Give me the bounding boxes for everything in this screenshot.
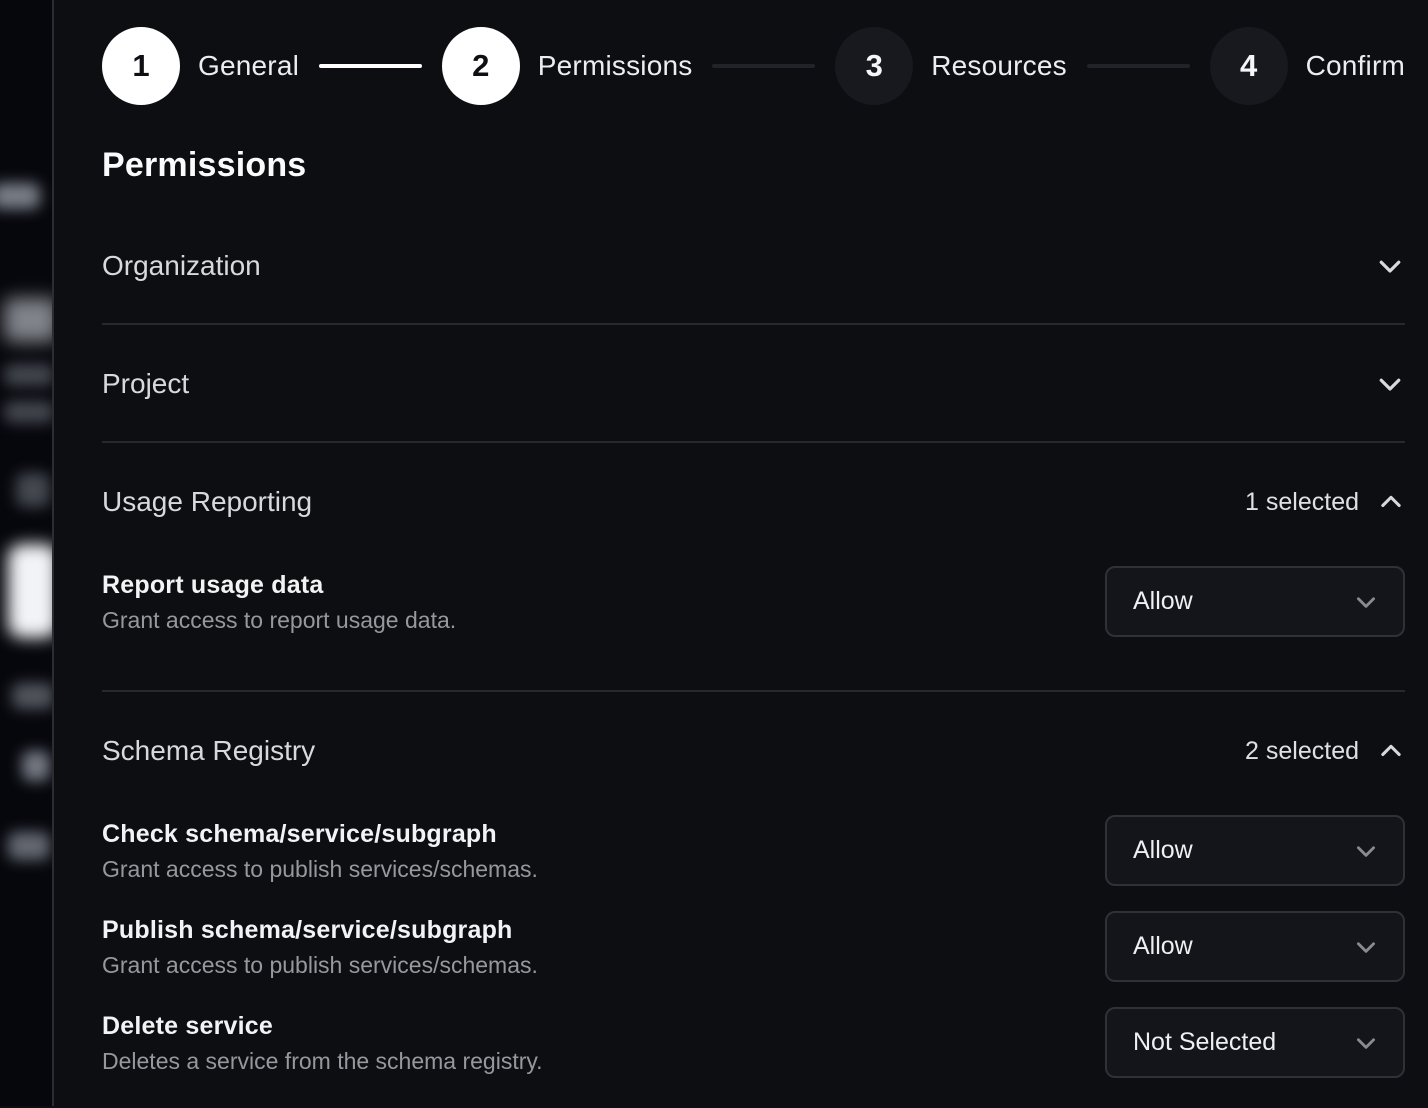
section-meta: 1 selected — [1245, 488, 1405, 517]
select-value: Allow — [1133, 587, 1193, 616]
section-meta: 2 selected — [1245, 737, 1405, 766]
selected-count-badge: 1 selected — [1245, 488, 1359, 517]
chevron-down-icon — [1375, 369, 1405, 399]
step-resources[interactable]: 3 Resources — [835, 27, 1067, 105]
sidebar-blurred-logo — [0, 183, 40, 209]
permission-text: Check schema/service/subgraph Grant acce… — [102, 819, 538, 883]
section-body: Report usage data Grant access to report… — [102, 566, 1405, 690]
select-value: Allow — [1133, 836, 1193, 865]
sidebar-blurred-item — [8, 832, 50, 860]
selected-count-badge: 2 selected — [1245, 737, 1359, 766]
permission-description: Grant access to publish services/schemas… — [102, 951, 538, 979]
section-organization-header[interactable]: Organization — [102, 207, 1405, 323]
chevron-down-icon — [1375, 251, 1405, 281]
chevron-down-icon — [1353, 1030, 1379, 1056]
permission-title: Delete service — [102, 1011, 543, 1041]
section-title: Schema Registry — [102, 734, 315, 768]
wizard-panel: 1 General 2 Permissions 3 Resources 4 Co… — [56, 0, 1428, 1106]
section-schema-registry: Schema Registry 2 selected Check schema/… — [102, 692, 1405, 1108]
step-label: Confirm — [1306, 50, 1405, 82]
permission-title: Check schema/service/subgraph — [102, 819, 538, 849]
section-title: Usage Reporting — [102, 485, 312, 519]
section-usage-reporting-header[interactable]: Usage Reporting 1 selected — [102, 443, 1405, 519]
section-project: Project — [102, 325, 1405, 443]
sidebar-blurred-text-line — [4, 401, 54, 423]
section-organization: Organization — [102, 207, 1405, 325]
chevron-down-icon — [1353, 589, 1379, 615]
chevron-down-icon — [1353, 838, 1379, 864]
permission-description: Deletes a service from the schema regist… — [102, 1047, 543, 1075]
sidebar-blurred — [0, 0, 54, 1106]
permission-text: Report usage data Grant access to report… — [102, 570, 456, 634]
sidebar-blurred-heading — [4, 298, 54, 342]
wizard-stepper: 1 General 2 Permissions 3 Resources 4 Co… — [102, 27, 1405, 105]
sidebar-blurred-item — [22, 751, 50, 781]
permission-select[interactable]: Not Selected — [1105, 1007, 1405, 1078]
sidebar-blurred-item — [12, 683, 54, 709]
section-project-header[interactable]: Project — [102, 325, 1405, 441]
step-connector — [319, 64, 422, 68]
permission-description: Grant access to report usage data. — [102, 606, 456, 634]
page-title: Permissions — [102, 145, 1405, 185]
step-permissions[interactable]: 2 Permissions — [442, 27, 693, 105]
step-number-circle: 4 — [1210, 27, 1288, 105]
section-usage-reporting: Usage Reporting 1 selected Report usage … — [102, 443, 1405, 692]
step-label: Resources — [931, 50, 1067, 82]
step-label: Permissions — [538, 50, 693, 82]
permission-row-publish-schema: Publish schema/service/subgraph Grant ac… — [102, 911, 1405, 982]
permission-description: Grant access to publish services/schemas… — [102, 855, 538, 883]
permission-select[interactable]: Allow — [1105, 815, 1405, 886]
permission-select[interactable]: Allow — [1105, 566, 1405, 637]
permission-select[interactable]: Allow — [1105, 911, 1405, 982]
chevron-down-icon — [1353, 934, 1379, 960]
step-confirm[interactable]: 4 Confirm — [1210, 27, 1405, 105]
step-number-circle: 2 — [442, 27, 520, 105]
select-value: Not Selected — [1133, 1028, 1276, 1057]
step-number-circle: 3 — [835, 27, 913, 105]
step-connector — [712, 64, 815, 68]
chevron-up-icon — [1377, 737, 1405, 765]
permission-title: Publish schema/service/subgraph — [102, 915, 538, 945]
section-schema-registry-header[interactable]: Schema Registry 2 selected — [102, 692, 1405, 768]
permission-row-report-usage-data: Report usage data Grant access to report… — [102, 566, 1405, 637]
step-connector — [1087, 64, 1190, 68]
permission-row-delete-service: Delete service Deletes a service from th… — [102, 1007, 1405, 1078]
section-title: Organization — [102, 249, 261, 283]
permission-row-check-schema: Check schema/service/subgraph Grant acce… — [102, 815, 1405, 886]
sidebar-blurred-icon — [16, 473, 50, 507]
section-body: Check schema/service/subgraph Grant acce… — [102, 815, 1405, 1108]
permission-text: Publish schema/service/subgraph Grant ac… — [102, 915, 538, 979]
permission-title: Report usage data — [102, 570, 456, 600]
chevron-up-icon — [1377, 488, 1405, 516]
section-title: Project — [102, 367, 189, 401]
sidebar-blurred-active-item — [8, 544, 54, 638]
sidebar-blurred-text-line — [4, 364, 54, 386]
step-label: General — [198, 50, 299, 82]
step-number-circle: 1 — [102, 27, 180, 105]
permission-text: Delete service Deletes a service from th… — [102, 1011, 543, 1075]
step-general[interactable]: 1 General — [102, 27, 299, 105]
select-value: Allow — [1133, 932, 1193, 961]
